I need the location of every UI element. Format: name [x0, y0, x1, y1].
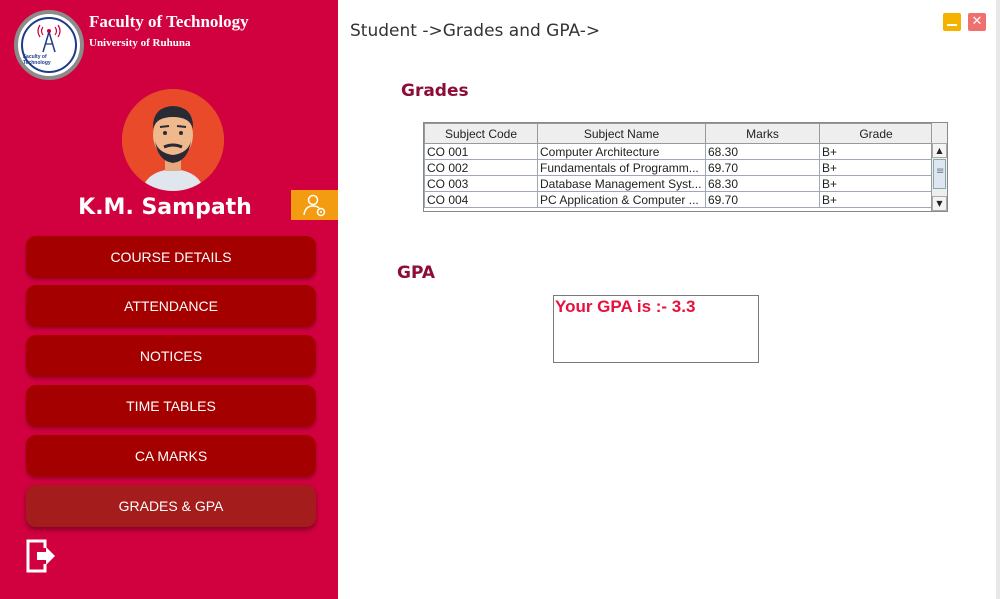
nav-notices[interactable]: NOTICES: [26, 335, 316, 377]
minimize-button[interactable]: [943, 13, 961, 31]
cell-subject-name: Database Management Syst...: [537, 175, 706, 192]
table-scrollbar[interactable]: ▲ ▼: [931, 123, 947, 211]
scroll-thumb[interactable]: [933, 159, 946, 189]
nav-attendance[interactable]: ATTENDANCE: [26, 285, 316, 327]
cell-subject-code: CO 003: [424, 175, 538, 192]
logo-caption: Faculty of Technology: [23, 54, 51, 66]
cell-subject-code: CO 002: [424, 159, 538, 176]
cell-subject-name: PC Application & Computer ...: [537, 191, 706, 208]
breadcrumb: Student ->Grades and GPA->: [350, 21, 601, 41]
cell-grade: B+: [819, 175, 933, 192]
avatar-image: [122, 89, 224, 191]
window-edge: [996, 0, 1000, 599]
logout-button[interactable]: [25, 538, 57, 574]
grades-table[interactable]: Subject Code Subject Name Marks Grade CO…: [423, 122, 948, 212]
nav-course-details[interactable]: COURSE DETAILS: [26, 236, 316, 278]
logout-icon: [26, 539, 55, 573]
scroll-down-icon[interactable]: ▼: [932, 196, 947, 211]
table-header-row: Subject Code Subject Name Marks Grade: [424, 123, 933, 144]
column-header[interactable]: Grade: [819, 123, 933, 144]
gpa-title: GPA: [397, 263, 436, 283]
grades-title: Grades: [401, 81, 469, 101]
faculty-logo: Faculty of Technology: [14, 10, 84, 80]
cell-grade: B+: [819, 191, 933, 208]
cell-marks: 69.70: [705, 191, 820, 208]
table-row[interactable]: CO 002 Fundamentals of Programm... 69.70…: [424, 159, 933, 176]
profile-settings-button[interactable]: [291, 190, 338, 220]
gpa-display: Your GPA is :- 3.3: [553, 295, 759, 363]
antenna-icon: [37, 24, 61, 53]
cell-subject-code: CO 001: [424, 143, 538, 160]
nav-ca-marks[interactable]: CA MARKS: [26, 435, 316, 477]
scroll-up-icon[interactable]: ▲: [932, 143, 947, 158]
table-row[interactable]: CO 001 Computer Architecture 68.30 B+: [424, 143, 933, 160]
university-name: University of Ruhuna: [89, 37, 191, 49]
close-button[interactable]: ✕: [968, 13, 986, 31]
cell-grade: B+: [819, 143, 933, 160]
column-header[interactable]: Marks: [705, 123, 820, 144]
faculty-title: Faculty of Technology: [89, 12, 249, 31]
user-name: K.M. Sampath: [78, 195, 252, 220]
cell-marks: 68.30: [705, 143, 820, 160]
table-row[interactable]: CO 004 PC Application & Computer ... 69.…: [424, 191, 933, 208]
table-row[interactable]: CO 003 Database Management Syst... 68.30…: [424, 175, 933, 192]
cell-subject-name: Computer Architecture: [537, 143, 706, 160]
sidebar: Faculty of Technology Faculty of Technol…: [0, 0, 338, 599]
user-settings-icon: [302, 194, 325, 217]
cell-subject-code: CO 004: [424, 191, 538, 208]
nav-time-tables[interactable]: TIME TABLES: [26, 385, 316, 427]
gpa-value: Your GPA is :- 3.3: [555, 297, 696, 316]
column-header[interactable]: Subject Name: [537, 123, 706, 144]
cell-subject-name: Fundamentals of Programm...: [537, 159, 706, 176]
app-window: Faculty of Technology Faculty of Technol…: [0, 0, 1000, 599]
close-icon: ✕: [971, 14, 983, 29]
nav-grades-gpa[interactable]: GRADES & GPA: [26, 485, 316, 527]
column-header[interactable]: Subject Code: [424, 123, 538, 144]
cell-marks: 68.30: [705, 175, 820, 192]
cell-marks: 69.70: [705, 159, 820, 176]
avatar: [122, 89, 224, 191]
cell-grade: B+: [819, 159, 933, 176]
